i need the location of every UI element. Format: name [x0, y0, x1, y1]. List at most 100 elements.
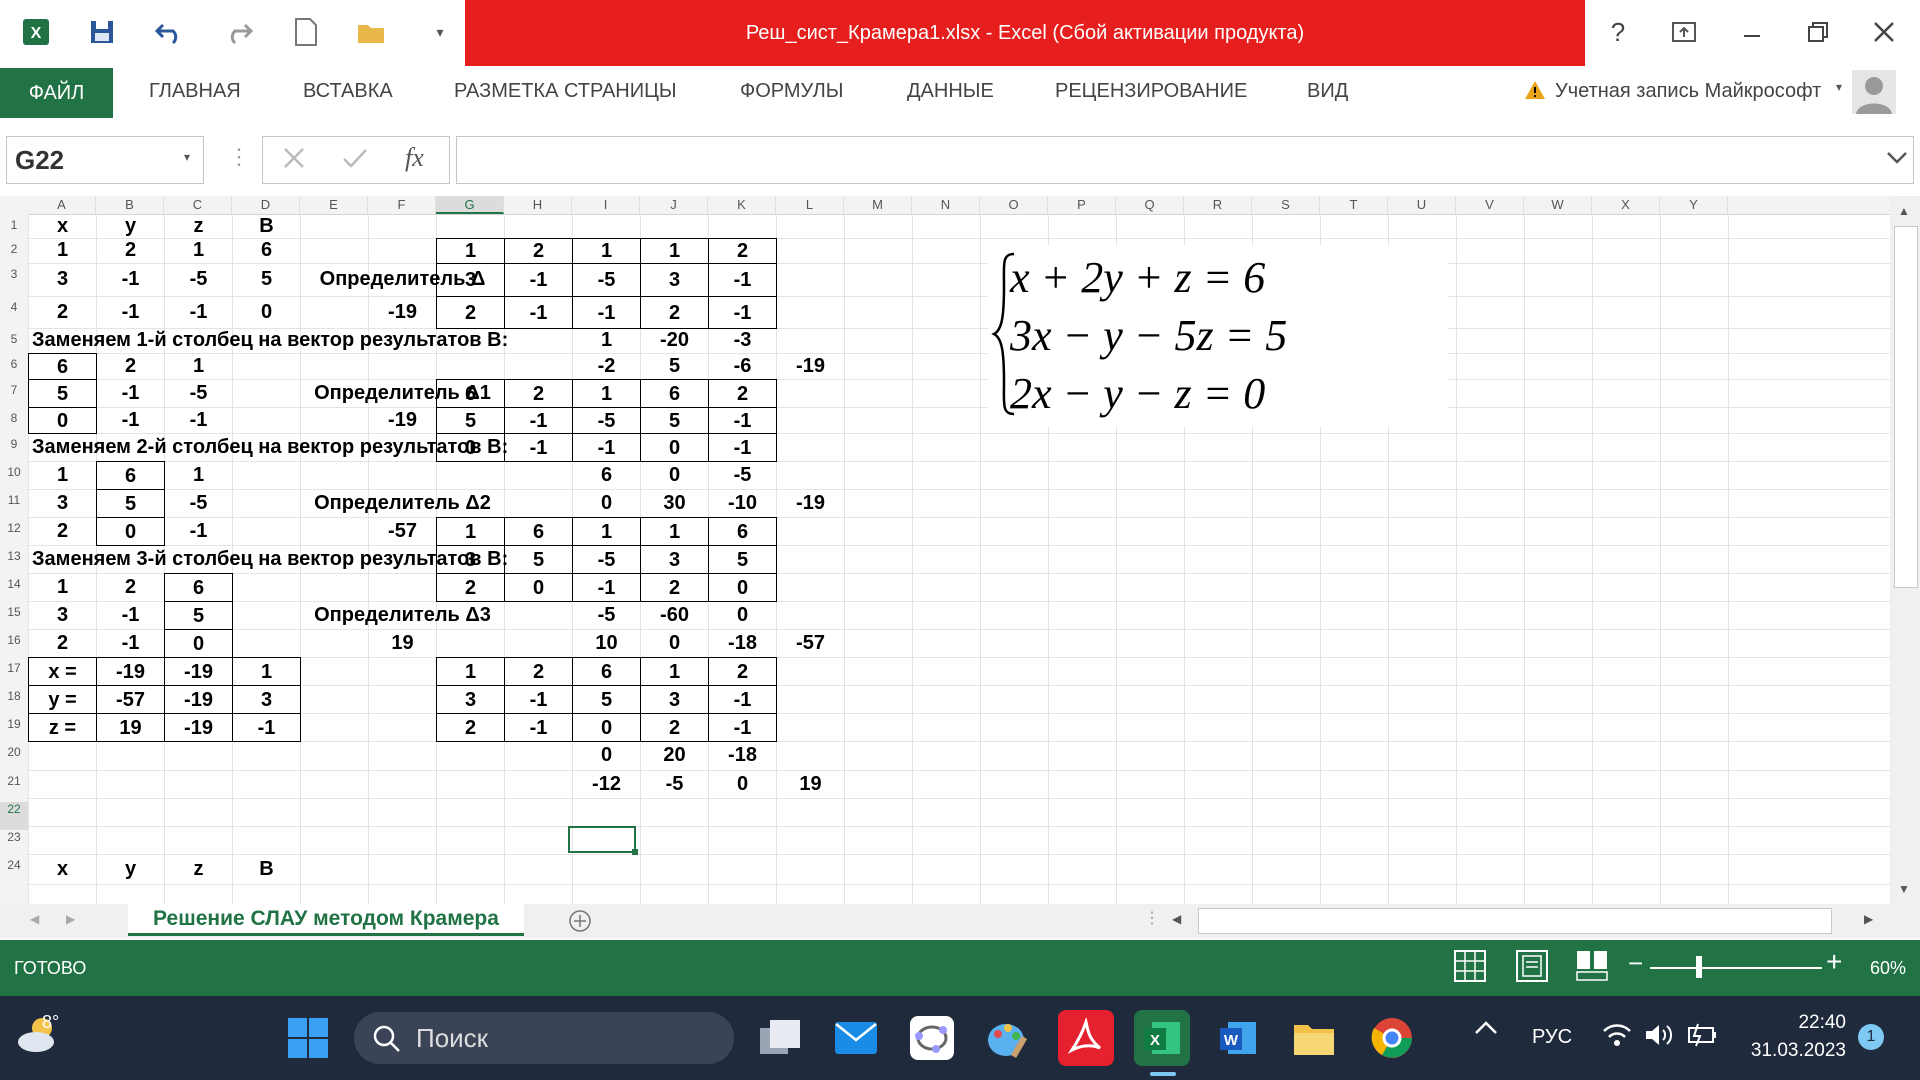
row-header-12[interactable]: 12: [0, 521, 28, 549]
column-header-L[interactable]: L: [776, 196, 844, 214]
cell-i16-0[interactable]: 10: [572, 629, 641, 658]
normal-view-icon[interactable]: [1452, 948, 1488, 989]
column-header-S[interactable]: S: [1252, 196, 1320, 214]
row-header-20[interactable]: 20: [0, 745, 28, 774]
excel-taskbar-icon[interactable]: X: [1134, 1010, 1190, 1066]
cell-g12-3[interactable]: 1: [640, 517, 709, 546]
cell-r2-0[interactable]: 1: [28, 238, 97, 264]
notification-badge[interactable]: 1: [1858, 1024, 1884, 1050]
cell-i11-2[interactable]: -10: [708, 489, 777, 518]
cell-i21-3[interactable]: 19: [776, 770, 845, 799]
cell-r4-3[interactable]: 0: [232, 296, 301, 329]
row-header-7[interactable]: 7: [0, 383, 28, 411]
cell-r4-0[interactable]: 2: [28, 296, 97, 329]
cell-r1-0[interactable]: x: [28, 214, 97, 239]
cell-r2-3[interactable]: 6: [232, 238, 301, 264]
cell-r11-1[interactable]: 5: [96, 489, 165, 518]
row-header-8[interactable]: 8: [0, 411, 28, 437]
column-header-B[interactable]: B: [96, 196, 164, 214]
column-header-X[interactable]: X: [1592, 196, 1660, 214]
cell-r14-1[interactable]: 2: [96, 573, 165, 602]
cell-r8-0[interactable]: 0: [28, 407, 97, 434]
column-header-G[interactable]: G: [436, 196, 504, 214]
cell-i10-0[interactable]: 6: [572, 461, 641, 490]
row-header-24[interactable]: 24: [0, 858, 28, 888]
cell-i20-0[interactable]: 0: [572, 741, 641, 771]
cell-r12-2[interactable]: -1: [164, 517, 233, 546]
cell-r12-1[interactable]: 0: [96, 517, 165, 546]
cell-r8-1[interactable]: -1: [96, 407, 165, 434]
row-header-3[interactable]: 3: [0, 267, 28, 300]
cell-r10-0[interactable]: 1: [28, 461, 97, 490]
row-header-5[interactable]: 5: [0, 332, 28, 357]
cell-i20-1[interactable]: 20: [640, 741, 709, 771]
cell-r17-2[interactable]: -19: [164, 657, 233, 686]
row-header-23[interactable]: 23: [0, 830, 28, 858]
cell-r3-1[interactable]: -1: [96, 263, 165, 297]
close-icon[interactable]: [1862, 10, 1906, 54]
cell-i5-2[interactable]: -3: [708, 328, 777, 354]
cell-g17-2[interactable]: 6: [572, 657, 641, 686]
zoom-out-button[interactable]: −: [1628, 948, 1643, 979]
cell-A5[interactable]: Заменяем 1-й столбец на вектор результат…: [28, 328, 573, 354]
cell-r4-2[interactable]: -1: [164, 296, 233, 329]
cell-g2-2[interactable]: 1: [572, 238, 641, 264]
column-header-K[interactable]: K: [708, 196, 776, 214]
cell-g9-3[interactable]: 0: [640, 433, 709, 462]
scroll-up-icon[interactable]: ▲: [1898, 204, 1910, 218]
column-header-F[interactable]: F: [368, 196, 436, 214]
avatar[interactable]: [1852, 70, 1896, 119]
cell-g13-0[interactable]: 3: [436, 545, 505, 574]
cell-g9-4[interactable]: -1: [708, 433, 777, 462]
cell-g2-1[interactable]: 2: [504, 238, 573, 264]
row-header-14[interactable]: 14: [0, 577, 28, 605]
column-header-W[interactable]: W: [1524, 196, 1592, 214]
scroll-right-icon[interactable]: ▶: [1864, 912, 1873, 926]
cell-g19-1[interactable]: -1: [504, 713, 573, 742]
cell-g4-2[interactable]: -1: [572, 296, 641, 329]
wifi-icon[interactable]: [1602, 1022, 1632, 1053]
cell-g9-1[interactable]: -1: [504, 433, 573, 462]
cell-g7-2[interactable]: 1: [572, 379, 641, 408]
cell-i15-1[interactable]: -60: [640, 601, 709, 630]
cell-r18-0[interactable]: y =: [28, 685, 97, 714]
worksheet-grid[interactable]: ABCDEFGHIJKLMNOPQRSTUVWXY 1 2 3 4 5 6 7 8 9 10 11 1…: [0, 196, 1890, 904]
cell-g19-2[interactable]: 0: [572, 713, 641, 742]
cell-i11-3[interactable]: -19: [776, 489, 845, 518]
customize-qat-icon[interactable]: ▾: [420, 12, 460, 52]
cell-r8-2[interactable]: -1: [164, 407, 233, 434]
tab-view[interactable]: ВИД: [1307, 80, 1348, 103]
cell-r7-2[interactable]: -5: [164, 379, 233, 408]
cell-i21-2[interactable]: 0: [708, 770, 777, 799]
clock-date[interactable]: 31.03.2023: [1744, 1040, 1846, 1062]
equation-system-image[interactable]: x + 2y + z = 6 3x − y − 5z = 5 2x − y − …: [988, 246, 1448, 426]
tab-formulas[interactable]: ФОРМУЛЫ: [740, 80, 843, 103]
cell-r15-2[interactable]: 5: [164, 601, 233, 630]
cell-g18-0[interactable]: 3: [436, 685, 505, 714]
cell-g4-4[interactable]: -1: [708, 296, 777, 329]
cell-r17-1[interactable]: -19: [96, 657, 165, 686]
cell-r18-2[interactable]: -19: [164, 685, 233, 714]
cell-g9-2[interactable]: -1: [572, 433, 641, 462]
column-header-N[interactable]: N: [912, 196, 980, 214]
cell-g12-0[interactable]: 1: [436, 517, 505, 546]
cell-i11-1[interactable]: 30: [640, 489, 709, 518]
cell-i6-3[interactable]: -19: [776, 353, 845, 380]
tray-expand-icon[interactable]: [1474, 1016, 1498, 1044]
name-box[interactable]: G22: [6, 136, 204, 184]
row-header-17[interactable]: 17: [0, 661, 28, 689]
row-header-15[interactable]: 15: [0, 605, 28, 633]
cell-g17-4[interactable]: 2: [708, 657, 777, 686]
cell-g8-0[interactable]: 5: [436, 407, 505, 434]
save-icon[interactable]: [82, 12, 122, 52]
column-header-U[interactable]: U: [1388, 196, 1456, 214]
cell-g2-0[interactable]: 1: [436, 238, 505, 264]
cell-g7-1[interactable]: 2: [504, 379, 573, 408]
cell-r11-0[interactable]: 3: [28, 489, 97, 518]
file-explorer-icon[interactable]: [1286, 1010, 1342, 1066]
cell-r7-0[interactable]: 5: [28, 379, 97, 408]
pdf-reader-icon[interactable]: [1058, 1010, 1114, 1066]
row-header-4[interactable]: 4: [0, 300, 28, 332]
cell-g8-3[interactable]: 5: [640, 407, 709, 434]
horizontal-scroll-thumb[interactable]: [1198, 908, 1832, 934]
